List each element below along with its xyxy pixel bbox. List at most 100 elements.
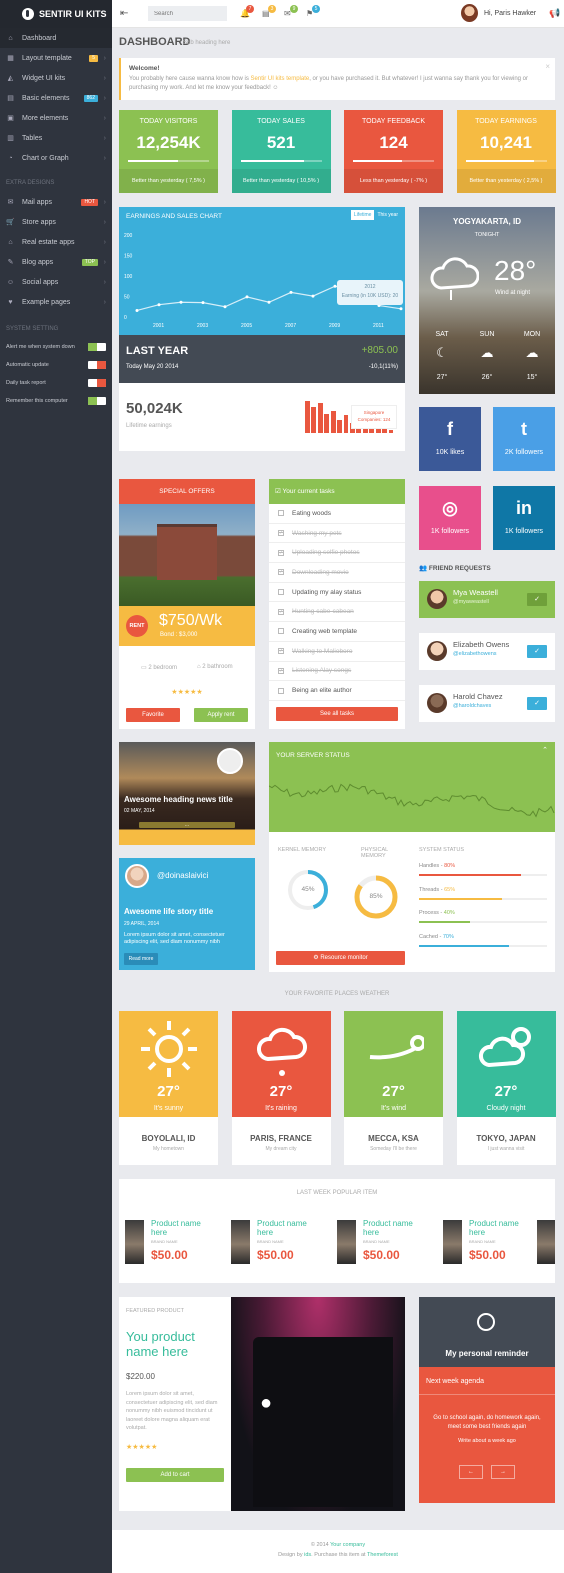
social-card[interactable]: ◎ 1K followers: [419, 486, 481, 550]
product-name[interactable]: Product name here: [257, 1219, 317, 1237]
sidebar-item-widget-ui-kits[interactable]: ◭ Widget UI kits ›: [0, 68, 112, 88]
sidebar-item-tables[interactable]: ▥ Tables ›: [0, 128, 112, 148]
task-checkbox[interactable]: ✓: [278, 608, 284, 615]
data-point[interactable]: [179, 300, 183, 304]
read-more-button[interactable]: Read more: [124, 953, 158, 965]
friend-name[interactable]: Elizabeth Owens: [453, 640, 509, 649]
alert-link[interactable]: Sentir UI kits template: [251, 76, 310, 82]
friend-avatar[interactable]: [427, 589, 447, 609]
sidebar-item-blog-apps[interactable]: ✎ Blog apps TOP ›: [0, 252, 112, 272]
popular-item[interactable]: Product name here BRAND NAME $50.00: [329, 1217, 429, 1271]
product-name[interactable]: Product name here: [469, 1219, 529, 1237]
sidebar-item-more-elements[interactable]: ▣ More elements ›: [0, 108, 112, 128]
place-note: Someday I'll be there: [370, 1146, 417, 1152]
add-to-cart-button[interactable]: Add to cart: [126, 1468, 224, 1482]
megaphone-icon[interactable]: 📢: [549, 8, 560, 19]
sidebar-item-layout-template[interactable]: ▦ Layout template 5 ›: [0, 48, 112, 68]
footer-themeforest-link[interactable]: Themeforest: [367, 1552, 398, 1558]
friend-name[interactable]: Harold Chavez: [453, 692, 503, 701]
product-name[interactable]: Product name here: [363, 1219, 423, 1237]
friend-avatar[interactable]: [427, 641, 447, 661]
news-more-button[interactable]: ...: [139, 822, 235, 828]
social-card[interactable]: t 2K followers: [493, 407, 555, 471]
prev-arrow-button[interactable]: ←: [459, 1465, 483, 1479]
user-avatar[interactable]: [461, 4, 478, 22]
search-input[interactable]: [148, 6, 227, 21]
accept-friend-button[interactable]: ✓: [527, 645, 547, 658]
close-icon[interactable]: ×: [545, 62, 550, 71]
task-item[interactable]: ✓ Listening Alay songs: [269, 662, 405, 682]
task-item[interactable]: ✓ Downloading movie: [269, 563, 405, 583]
chevron-up-icon[interactable]: ⌃: [542, 746, 548, 754]
friend-name[interactable]: Mya Weastell: [453, 588, 498, 597]
accept-friend-button[interactable]: ✓: [527, 697, 547, 710]
task-checkbox[interactable]: ✓: [278, 569, 284, 576]
task-checkbox[interactable]: [278, 628, 284, 635]
resource-monitor-button[interactable]: ⚙ Resource monitor: [276, 951, 405, 965]
task-item[interactable]: Creating web template: [269, 622, 405, 642]
laptop-image: ●: [231, 1297, 405, 1511]
setting-toggle[interactable]: [88, 397, 106, 405]
stat-footer: Better than yesterday ( 10,5% ): [231, 169, 331, 193]
setting-toggle[interactable]: [88, 379, 106, 387]
favorite-button[interactable]: Favorite: [126, 708, 180, 722]
task-checkbox[interactable]: ✓: [278, 530, 284, 537]
task-label: Updating my alay status: [292, 588, 362, 596]
task-item[interactable]: Being an elite author: [269, 681, 405, 701]
physical-memory-label: PHYSICAL MEMORY: [361, 847, 389, 859]
sidebar-item-example-pages[interactable]: ♥ Example pages ›: [0, 292, 112, 312]
data-point[interactable]: [399, 307, 403, 311]
social-card[interactable]: f 10K likes: [419, 407, 481, 471]
product-price: $50.00: [151, 1248, 188, 1262]
user-greeting[interactable]: Hi, Paris Hawker: [484, 10, 536, 17]
setting-row: Remember this computer: [0, 392, 112, 410]
task-item[interactable]: Updating my alay status: [269, 583, 405, 603]
footer-company-link[interactable]: Your company: [330, 1542, 365, 1548]
social-card[interactable]: in 1K followers: [493, 486, 555, 550]
popular-item[interactable]: Product name here BRAND NAME $50.00: [223, 1217, 323, 1271]
task-checkbox[interactable]: ✓: [278, 648, 284, 655]
data-point[interactable]: [311, 294, 315, 298]
page-subtitle: Sub heading here: [183, 40, 231, 46]
task-item[interactable]: ✓ Uploading selfie photos: [269, 543, 405, 564]
sidebar-item-label: Example pages: [22, 298, 71, 306]
task-checkbox[interactable]: ✓: [278, 549, 284, 556]
sidebar-item-mail-apps[interactable]: ✉ Mail apps HOT ›: [0, 192, 112, 212]
data-point[interactable]: [135, 308, 139, 312]
data-point[interactable]: [157, 303, 161, 307]
accept-friend-button[interactable]: ✓: [527, 593, 547, 606]
data-point[interactable]: [267, 300, 271, 304]
setting-toggle[interactable]: [88, 343, 106, 351]
product-name[interactable]: Product name here: [151, 1219, 211, 1237]
product-image: [125, 1220, 144, 1264]
task-item[interactable]: ✓ Walking to Malioboro: [269, 642, 405, 662]
task-checkbox[interactable]: [278, 589, 284, 596]
setting-toggle[interactable]: [88, 361, 106, 369]
task-item[interactable]: ✓ Washing my pets: [269, 524, 405, 544]
task-checkbox[interactable]: [278, 687, 284, 694]
popular-item[interactable]: Product name here BRAND NAME $50.00: [117, 1217, 217, 1271]
setting-label: Automatic update: [6, 362, 49, 368]
task-item[interactable]: Eating woods: [269, 504, 405, 524]
next-arrow-button[interactable]: →: [491, 1465, 515, 1479]
friend-avatar[interactable]: [427, 693, 447, 713]
sidebar-item-basic-elements[interactable]: ▤ Basic elements 862 ›: [0, 88, 112, 108]
sidebar-item-store-apps[interactable]: 🛒 Store apps ›: [0, 212, 112, 232]
sidebar-item-social-apps[interactable]: ☺ Social apps ›: [0, 272, 112, 292]
data-point[interactable]: [245, 295, 249, 299]
collapse-menu-icon[interactable]: ⇤: [120, 8, 128, 19]
data-point[interactable]: [223, 305, 227, 309]
task-checkbox[interactable]: [278, 510, 284, 517]
task-item[interactable]: ✓ Hunting cabe-cabean: [269, 602, 405, 623]
data-point[interactable]: [201, 301, 205, 305]
sidebar-item-chart-or-graph[interactable]: ◔ Chart or Graph ›: [0, 148, 112, 168]
social-icon: ☺: [6, 278, 15, 286]
apply-rent-button[interactable]: Apply rent: [194, 708, 248, 722]
sidebar-item-dashboard[interactable]: ⌂ Dashboard: [0, 28, 112, 48]
brand-logo[interactable]: SENTIR UI KITS: [0, 0, 112, 28]
see-all-tasks-button[interactable]: See all tasks: [276, 707, 398, 721]
data-point[interactable]: [289, 290, 293, 294]
task-checkbox[interactable]: ✓: [278, 667, 284, 674]
sidebar-item-real-estate-apps[interactable]: ⌂ Real estate apps ›: [0, 232, 112, 252]
popular-item[interactable]: Product name here BRAND NAME $50.00: [435, 1217, 535, 1271]
